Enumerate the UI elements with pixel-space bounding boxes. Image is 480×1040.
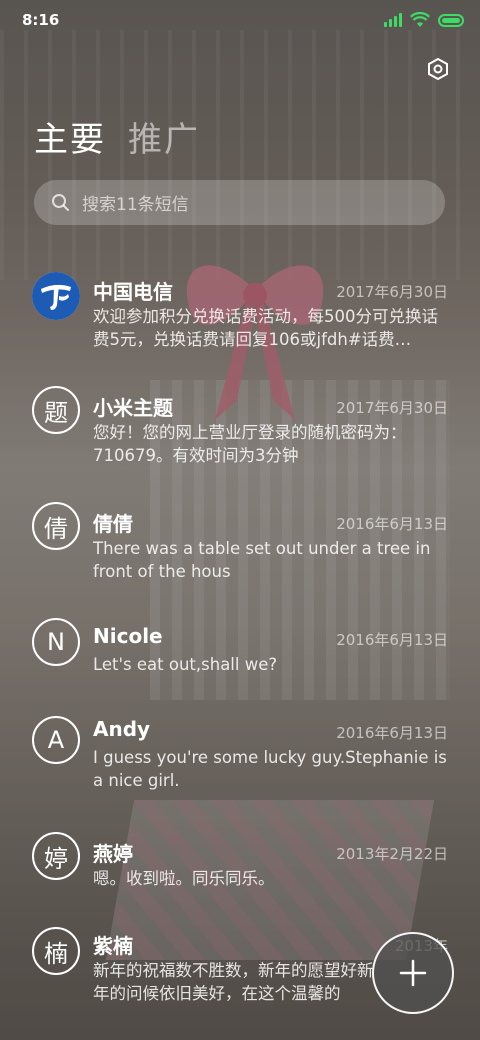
message-date: 2016年6月13日	[336, 724, 448, 742]
message-preview: There was a table set out under a tree i…	[93, 539, 431, 581]
message-date: 2016年6月13日	[336, 515, 448, 533]
china-telecom-logo-avatar	[32, 272, 80, 320]
tab-primary[interactable]: 主要	[34, 112, 106, 161]
sender-name: 中国电信	[93, 280, 173, 304]
message-date: 2017年6月30日	[336, 399, 448, 417]
tab-promotions[interactable]: 推广	[128, 112, 200, 161]
status-time: 8:16	[22, 11, 60, 29]
message-preview: I guess you're some lucky guy.Stephanie …	[93, 748, 447, 790]
signal-icon	[384, 13, 402, 27]
battery-icon	[438, 13, 464, 27]
avatar: A	[32, 716, 80, 764]
wifi-icon	[410, 12, 430, 27]
compose-button[interactable]	[372, 932, 454, 1014]
message-preview: 新年的祝福数不胜数，新年的愿望好新年的问候依旧美好，在这个温馨的	[93, 961, 374, 1003]
hexagon-settings-icon[interactable]	[426, 57, 450, 81]
message-preview: Let's eat out,shall we?	[93, 655, 278, 674]
avatar: N	[32, 618, 80, 666]
search-bar[interactable]: 搜索11条短信	[34, 180, 445, 225]
search-icon	[52, 193, 69, 211]
sender-name: Nicole	[93, 624, 163, 648]
sender-name: 燕婷	[93, 842, 133, 866]
avatar: 楠	[32, 927, 80, 975]
sender-name: 倩倩	[93, 512, 133, 536]
avatar: 题	[32, 386, 80, 434]
message-preview: 您好！您的网上营业厅登录的随机密码为：710679。有效时间为3分钟	[93, 423, 407, 465]
message-date: 2016年6月13日	[336, 631, 448, 649]
status-bar: 8:16	[0, 0, 480, 40]
sender-name: 小米主题	[93, 396, 173, 420]
avatar: 婷	[32, 832, 80, 880]
message-date: 2017年6月30日	[336, 283, 448, 301]
message-date: 2013年2月22日	[336, 845, 448, 863]
plus-icon	[399, 959, 427, 987]
avatar: 倩	[32, 502, 80, 550]
message-preview: 嗯。收到啦。同乐同乐。	[93, 869, 275, 888]
tab-bar: 主要 推广	[34, 112, 200, 161]
sender-name: 紫楠	[93, 934, 133, 958]
sender-name: Andy	[93, 717, 151, 741]
search-input[interactable]: 搜索11条短信	[82, 190, 189, 215]
china-telecom-logo-icon	[32, 272, 80, 320]
message-preview: 欢迎参加积分兑换话费活动，每500分可兑换话费5元，兑换话费请回复106或jfd…	[93, 307, 438, 349]
